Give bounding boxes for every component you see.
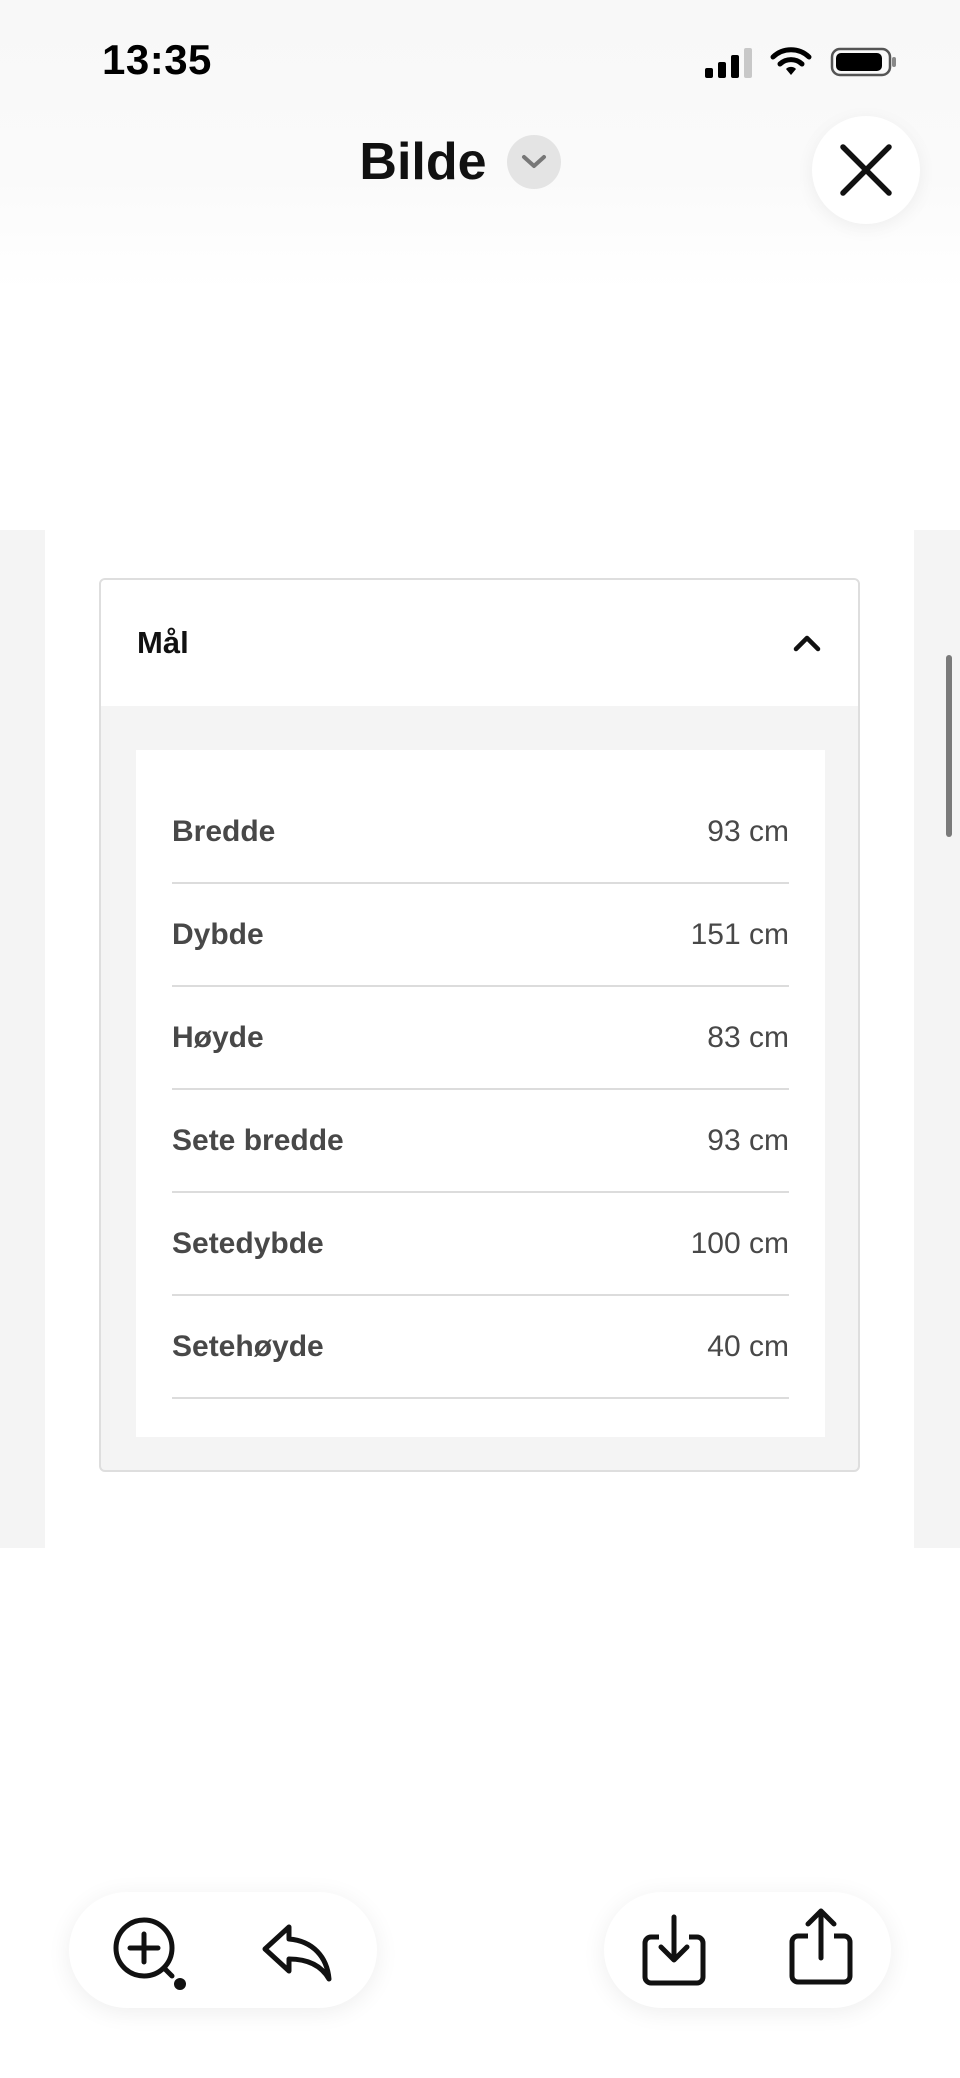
dimension-value: 93 cm xyxy=(707,814,789,848)
dimension-row: Dybde 151 cm xyxy=(172,884,789,987)
zoom-icon xyxy=(113,1917,186,1990)
dims-rows: Bredde 93 cm Dybde 151 cm Høyde 83 cm Se… xyxy=(172,750,789,1399)
share-button[interactable] xyxy=(781,1906,861,1986)
image-edge-right xyxy=(914,530,960,1548)
status-time: 13:35 xyxy=(102,36,212,83)
dimension-value: 40 cm xyxy=(707,1329,789,1363)
dimension-value: 83 cm xyxy=(707,1020,789,1054)
toolbar-left xyxy=(69,1892,377,2008)
close-button[interactable] xyxy=(812,116,920,224)
reply-icon xyxy=(262,1924,332,1982)
dimension-value: 100 cm xyxy=(690,1226,789,1260)
dimension-row: Setehøyde 40 cm xyxy=(172,1296,789,1399)
status-icons xyxy=(705,46,898,78)
top-bar: 13:35 Bilde xyxy=(0,0,960,290)
dimension-row: Høyde 83 cm xyxy=(172,987,789,1090)
dimensions-list: Bredde 93 cm Dybde 151 cm Høyde 83 cm Se… xyxy=(136,750,825,1437)
dimension-label: Dybde xyxy=(172,917,264,951)
card-title: Mål xyxy=(137,625,189,660)
wifi-icon xyxy=(770,47,812,75)
title-menu[interactable]: Bilde xyxy=(359,132,561,192)
dimension-label: Høyde xyxy=(172,1020,264,1054)
dimension-value: 151 cm xyxy=(690,917,789,951)
chevron-down-icon[interactable] xyxy=(506,135,561,189)
dimension-value: 93 cm xyxy=(707,1123,789,1157)
screen: 13:35 Bilde Mål Bredde 93 cm Dybde 151 c… xyxy=(0,0,960,2078)
reply-button[interactable] xyxy=(257,1912,337,1992)
save-icon xyxy=(642,1914,706,1986)
chevron-up-icon[interactable] xyxy=(792,632,822,654)
dimension-row: Bredde 93 cm xyxy=(172,781,789,884)
dimensions-card: Mål Bredde 93 cm Dybde 151 cm Høyde 83 c… xyxy=(99,578,860,1472)
close-icon xyxy=(840,144,892,196)
dimension-label: Setehøyde xyxy=(172,1329,324,1363)
toolbar-right xyxy=(604,1892,891,2008)
save-button[interactable] xyxy=(634,1910,714,1990)
battery-icon xyxy=(830,47,896,77)
scrollbar[interactable] xyxy=(946,655,952,837)
signal-icon xyxy=(705,46,752,78)
image-edge-left xyxy=(0,530,45,1548)
dimension-label: Bredde xyxy=(172,814,276,848)
dimension-row: Setedybde 100 cm xyxy=(172,1193,789,1296)
share-icon xyxy=(789,1908,853,1985)
dimension-label: Setedybde xyxy=(172,1226,324,1260)
dimension-row: Sete bredde 93 cm xyxy=(172,1090,789,1193)
page-title: Bilde xyxy=(359,133,487,191)
card-header[interactable]: Mål xyxy=(101,580,858,706)
zoom-button[interactable] xyxy=(102,1906,198,2002)
dimension-label: Sete bredde xyxy=(172,1123,344,1157)
